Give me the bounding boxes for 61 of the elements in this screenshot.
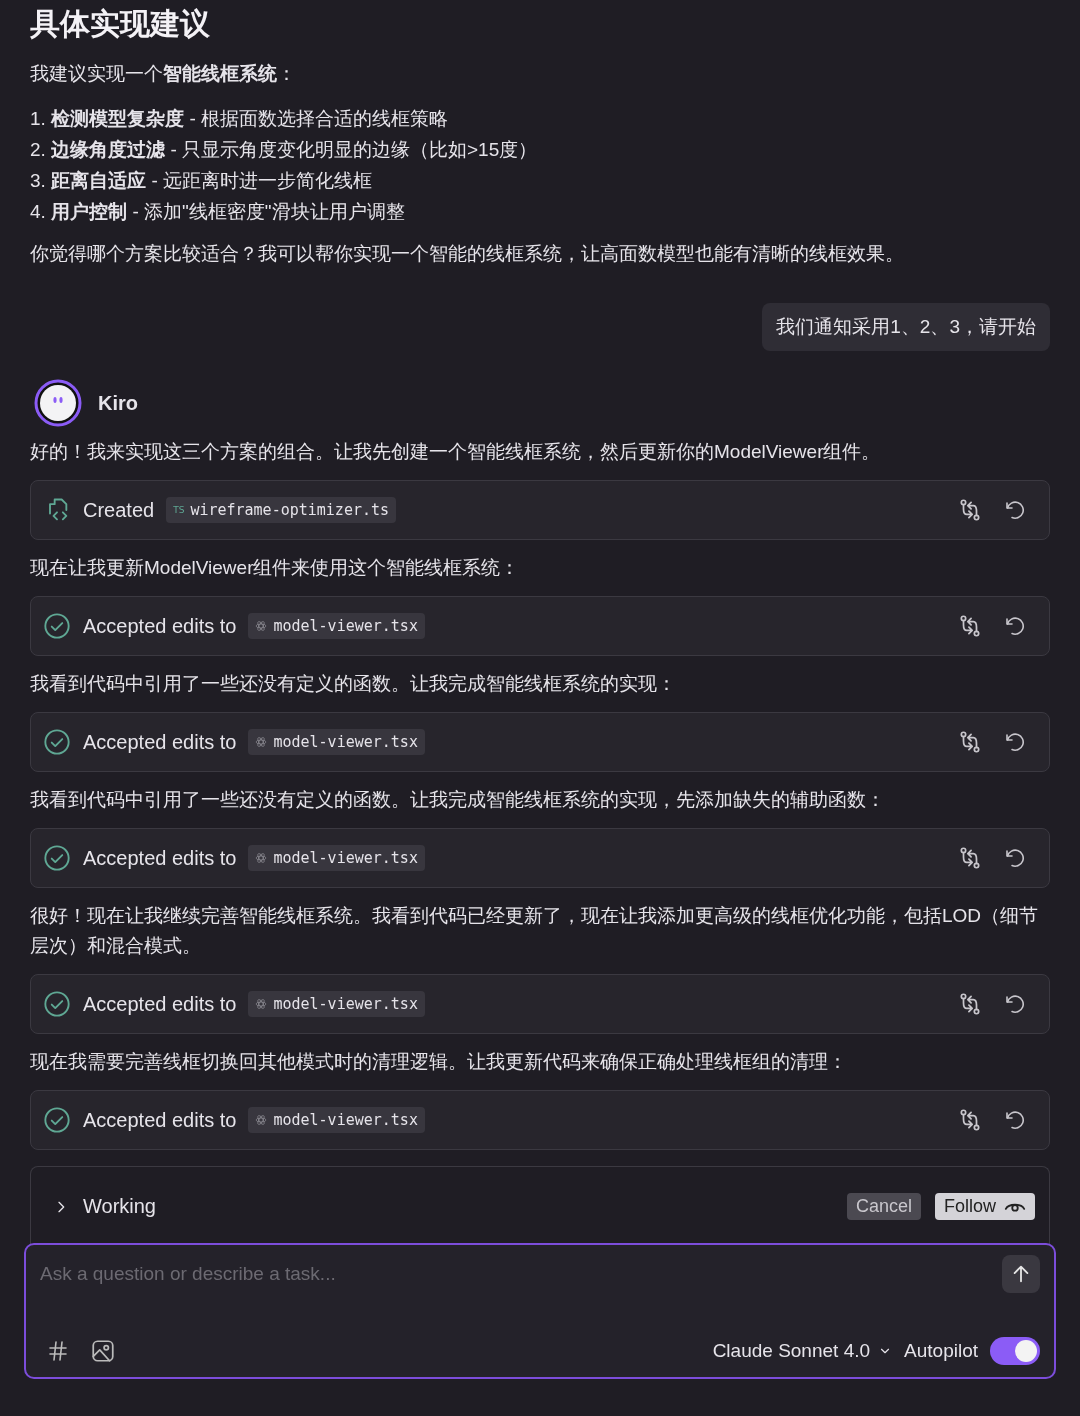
hash-icon[interactable] [46, 1339, 70, 1363]
status-label: Accepted edits to [83, 1108, 237, 1132]
list-item: 2. 边缘角度过滤 - 只显示角度变化明显的边缘（比如>15度） [30, 138, 539, 162]
question-text: 你觉得哪个方案比较适合？我可以帮你实现一个智能的线框系统，让高面数模型也能有清晰的线框效果。 [30, 242, 905, 266]
undo-icon [1003, 1108, 1027, 1132]
undo-icon [1003, 498, 1027, 522]
check-circle-icon [43, 728, 71, 756]
undo-icon [1003, 614, 1027, 638]
compare-icon [957, 613, 983, 639]
list-item: 4. 用户控制 - 添加"线框密度"滑块让用户调整 [30, 200, 406, 224]
compare-icon [957, 991, 983, 1017]
follow-button[interactable]: Follow [935, 1193, 1035, 1220]
check-circle-icon [43, 844, 71, 872]
avatar-icon [34, 379, 82, 427]
status-label: Accepted edits to [83, 730, 237, 754]
model-selector[interactable]: Claude Sonnet 4.0 [712, 1340, 893, 1362]
intro-text: 我建议实现一个智能线框系统： [30, 62, 297, 86]
assistant-message: 现在让我更新ModelViewer组件来使用这个智能线框系统： [30, 556, 521, 580]
status-label: Accepted edits to [83, 614, 237, 638]
status-label: Accepted edits to [83, 992, 237, 1016]
send-button[interactable] [1002, 1255, 1040, 1293]
assistant-message: 好的！我来实现这三个方案的组合。让我先创建一个智能线框系统，然后更新你的ModelViewer组件。 [30, 440, 882, 464]
undo-icon [1003, 730, 1027, 754]
assistant-message: 现在我需要完善线框切换回其他模式时的清理逻辑。让我更新代码来确保正确处理线框组的清理： [30, 1050, 848, 1074]
file-chip[interactable]: model-viewer.tsx [248, 991, 425, 1017]
file-chip[interactable]: model-viewer.tsx [248, 845, 425, 871]
list-item: 1. 检测模型复杂度 - 根据面数选择合适的线框策略 [30, 107, 450, 131]
react-icon [255, 736, 268, 748]
working-label: Working [83, 1195, 156, 1218]
file-chip[interactable]: model-viewer.tsx [248, 1107, 425, 1133]
assistant-message: 很好！现在让我继续完善智能线框系统。我看到代码已经更新了，现在让我添加更高级的线框优化功能，包括LOD（细节层次）和混合模式。 [30, 904, 1040, 958]
compare-icon [957, 1107, 983, 1133]
check-circle-icon [43, 612, 71, 640]
check-circle-icon [43, 990, 71, 1018]
compare-icon [957, 729, 983, 755]
file-chip[interactable]: TS wireframe-optimizer.ts [166, 497, 397, 523]
autopilot-toggle[interactable] [990, 1337, 1040, 1365]
assistant-name: Kiro [98, 391, 138, 415]
react-icon [255, 852, 268, 864]
undo-icon [1003, 992, 1027, 1016]
status-label: Accepted edits to [83, 846, 237, 870]
compare-icon [957, 845, 983, 871]
file-type-label: TS [173, 505, 185, 515]
file-chip[interactable]: model-viewer.tsx [248, 729, 425, 755]
react-icon [255, 620, 268, 632]
react-icon [255, 1114, 268, 1126]
compare-icon [957, 497, 983, 523]
cancel-button[interactable]: Cancel [846, 1193, 921, 1220]
section-heading: 具体实现建议 [30, 6, 211, 42]
list-item: 3. 距离自适应 - 远距离时进一步简化线框 [30, 169, 374, 193]
assistant-message: 我看到代码中引用了一些还没有定义的函数。让我完成智能线框系统的实现，先添加缺失的辅助函数： [30, 788, 886, 812]
user-message: 我们通知采用1、2、3，请开始 [762, 303, 1050, 351]
react-icon [255, 998, 268, 1010]
check-circle-icon [43, 1106, 71, 1134]
message-input[interactable]: Ask a question or describe a task... [38, 1262, 990, 1286]
assistant-message: 我看到代码中引用了一些还没有定义的函数。让我完成智能线框系统的实现： [30, 672, 677, 696]
autopilot-label: Autopilot [904, 1340, 978, 1362]
file-chip[interactable]: model-viewer.tsx [248, 613, 425, 639]
undo-icon [1003, 846, 1027, 870]
image-icon[interactable] [90, 1338, 116, 1364]
status-label: Created [83, 498, 155, 522]
